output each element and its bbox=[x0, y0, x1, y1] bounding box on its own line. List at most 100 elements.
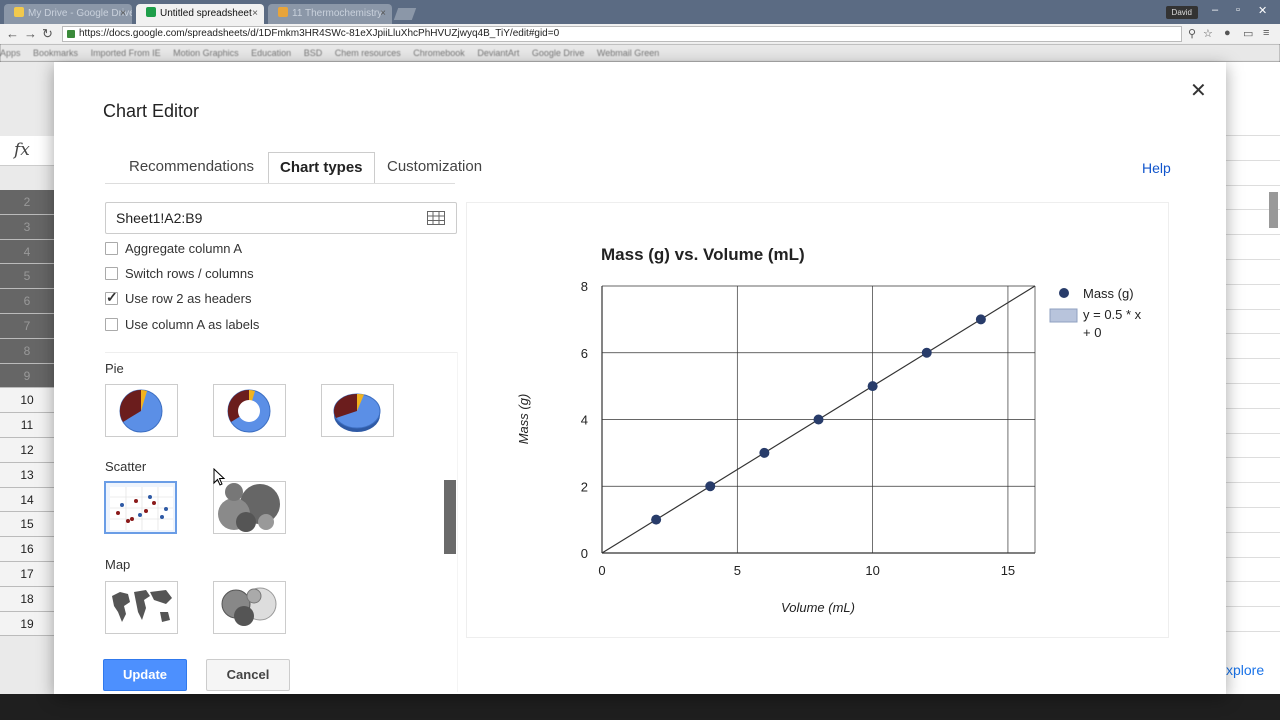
bookmark-item[interactable]: Webmail Green bbox=[597, 48, 659, 58]
checkbox[interactable] bbox=[105, 267, 118, 280]
row-header[interactable]: 17 bbox=[0, 561, 54, 587]
row-header[interactable]: 14 bbox=[0, 487, 54, 513]
close-tab-icon[interactable]: × bbox=[380, 4, 386, 24]
section-label-map: Map bbox=[105, 557, 131, 572]
option-switch-rows-columns[interactable]: Switch rows / columns bbox=[105, 265, 254, 283]
bubble-chart-thumb[interactable] bbox=[213, 481, 286, 534]
help-link[interactable]: Help bbox=[1142, 160, 1171, 176]
3d-pie-chart-thumb[interactable] bbox=[321, 384, 394, 437]
bookmark-item[interactable]: DeviantArt bbox=[477, 48, 519, 58]
row-header[interactable]: 18 bbox=[0, 586, 54, 612]
new-tab-button[interactable] bbox=[393, 8, 417, 20]
x-axis-label: Volume (mL) bbox=[781, 600, 855, 615]
chart-title: Mass (g) vs. Volume (mL) bbox=[601, 245, 805, 264]
row-header[interactable]: 13 bbox=[0, 462, 54, 488]
close-icon[interactable]: ✕ bbox=[1190, 78, 1207, 103]
zoom-icon[interactable]: ⚲ bbox=[1188, 27, 1196, 40]
bookmark-star-icon[interactable]: ☆ bbox=[1203, 27, 1213, 40]
row-header[interactable]: 12 bbox=[0, 437, 54, 463]
back-icon[interactable]: ← bbox=[6, 26, 19, 41]
sheets-icon bbox=[146, 7, 156, 17]
checkbox-checked[interactable] bbox=[105, 288, 118, 306]
close-tab-icon[interactable]: × bbox=[252, 4, 258, 24]
reload-icon[interactable]: ↻ bbox=[42, 26, 53, 42]
extension-icon[interactable]: ● bbox=[1224, 27, 1231, 39]
legend-trend-line1: y = 0.5 * x bbox=[1083, 307, 1142, 322]
row-header[interactable]: 7 bbox=[0, 313, 54, 339]
donut-chart-thumb[interactable] bbox=[213, 384, 286, 437]
y-tick-label: 8 bbox=[581, 279, 588, 294]
menu-icon[interactable]: ≡ bbox=[1263, 27, 1269, 39]
checkbox[interactable] bbox=[105, 318, 118, 331]
explore-button[interactable]: xplore bbox=[1226, 662, 1264, 678]
row-header[interactable]: 16 bbox=[0, 537, 54, 562]
option-use-column-labels[interactable]: Use column A as labels bbox=[105, 316, 259, 334]
row-header[interactable]: 6 bbox=[0, 289, 54, 314]
row-header[interactable]: 15 bbox=[0, 512, 54, 538]
row-header[interactable]: 9 bbox=[0, 363, 54, 389]
sheet-scrollbar[interactable] bbox=[1269, 192, 1278, 228]
dialog-title: Chart Editor bbox=[103, 101, 200, 121]
cast-icon[interactable]: ▭ bbox=[1243, 27, 1253, 40]
window-close-icon[interactable]: ✕ bbox=[1258, 4, 1267, 17]
browser-tab-thermochemistry[interactable]: 11 Thermochemistry × bbox=[268, 4, 392, 24]
browser-tab-spreadsheet[interactable]: Untitled spreadsheet × bbox=[136, 4, 264, 24]
y-tick-label: 6 bbox=[581, 346, 588, 361]
drive-icon bbox=[14, 7, 24, 17]
y-tick-label: 2 bbox=[581, 479, 588, 494]
checkbox[interactable] bbox=[105, 242, 118, 255]
bookmark-item[interactable]: BSD bbox=[304, 48, 323, 58]
user-badge[interactable]: David bbox=[1165, 6, 1198, 19]
scatter-chart-icon bbox=[110, 487, 173, 530]
bubble-chart-icon bbox=[218, 483, 280, 532]
world-map-icon bbox=[112, 590, 172, 622]
slides-icon bbox=[278, 7, 288, 17]
browser-tab-drive[interactable]: My Drive - Google Drive × bbox=[4, 4, 132, 24]
tab-chart-types[interactable]: Chart types bbox=[268, 152, 375, 184]
3d-pie-chart-icon bbox=[333, 393, 381, 432]
data-point bbox=[975, 314, 986, 325]
cancel-button[interactable]: Cancel bbox=[206, 659, 290, 691]
options-divider bbox=[105, 352, 457, 353]
data-point bbox=[867, 381, 878, 392]
formula-bar: fx bbox=[0, 136, 54, 166]
row-header[interactable]: 4 bbox=[0, 239, 54, 265]
data-point bbox=[651, 514, 662, 525]
row-header[interactable]: 2 bbox=[0, 190, 54, 215]
chart-svg: Mass (g) vs. Volume (mL) 0 2 4 6 8 0 5 10 15 Vol… bbox=[516, 245, 1142, 615]
bookmark-item[interactable]: Google Drive bbox=[532, 48, 585, 58]
y-tick-label: 0 bbox=[581, 546, 588, 561]
row-header[interactable]: 5 bbox=[0, 264, 54, 290]
row-header[interactable]: 3 bbox=[0, 214, 54, 240]
tab-customization[interactable]: Customization bbox=[387, 152, 482, 184]
bookmark-item[interactable]: Imported From IE bbox=[91, 48, 161, 58]
minimize-icon[interactable]: – bbox=[1212, 4, 1218, 16]
forward-icon[interactable]: → bbox=[24, 26, 37, 41]
row-header[interactable]: 19 bbox=[0, 611, 54, 637]
select-range-grid-icon[interactable] bbox=[427, 211, 445, 225]
bookmark-item[interactable]: Bookmarks bbox=[33, 48, 78, 58]
close-tab-icon[interactable]: × bbox=[120, 4, 126, 24]
row-header[interactable]: 8 bbox=[0, 338, 54, 364]
panel-scrollbar-thumb[interactable] bbox=[444, 480, 456, 554]
update-button[interactable]: Update bbox=[103, 659, 187, 691]
url-input[interactable]: https://docs.google.com/spreadsheets/d/1… bbox=[62, 26, 1182, 42]
scatter-chart-thumb[interactable] bbox=[104, 481, 177, 534]
data-range-input[interactable]: Sheet1!A2:B9 bbox=[105, 202, 457, 234]
geo-bubble-chart-icon bbox=[221, 587, 277, 626]
tab-recommendations[interactable]: Recommendations bbox=[129, 152, 254, 184]
bookmark-item[interactable]: Motion Graphics bbox=[173, 48, 239, 58]
geo-bubble-chart-thumb[interactable] bbox=[213, 581, 286, 634]
bookmark-item[interactable]: Chem resources bbox=[335, 48, 401, 58]
bookmark-item[interactable]: Chromebook bbox=[413, 48, 465, 58]
bookmark-item[interactable]: Apps bbox=[0, 48, 21, 58]
maximize-icon[interactable]: ▫ bbox=[1236, 4, 1240, 16]
row-header[interactable]: 11 bbox=[0, 413, 54, 438]
option-aggregate-column[interactable]: Aggregate column A bbox=[105, 240, 242, 258]
bookmark-item[interactable]: Education bbox=[251, 48, 291, 58]
option-use-row-headers[interactable]: Use row 2 as headers bbox=[105, 288, 251, 308]
row-header[interactable]: 10 bbox=[0, 388, 54, 414]
geo-chart-thumb[interactable] bbox=[105, 581, 178, 634]
pie-chart-thumb[interactable] bbox=[105, 384, 178, 437]
row-headers: 2 3 4 5 6 7 8 9 10 11 12 13 14 15 16 17 … bbox=[0, 190, 54, 637]
